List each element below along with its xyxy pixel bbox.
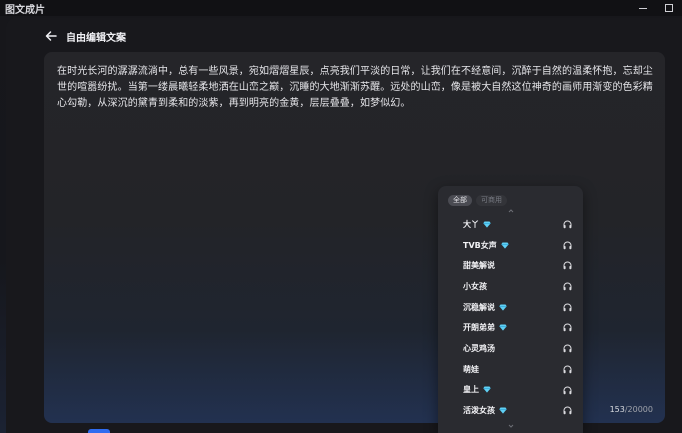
voice-name: 甜美解说 [463, 261, 495, 271]
minimize-icon [639, 7, 647, 9]
page-header: 自由编辑文案 [44, 28, 126, 44]
script-textarea[interactable]: 在时光长河的潺潺流淌中，总有一些风景，宛如熠熠星辰，点亮我们平淡的日常，让我们在… [57, 64, 653, 112]
voice-filters: 全部 可商用 [448, 195, 507, 206]
voice-name: 皇上 [463, 385, 479, 395]
voice-name: 开朗弟弟 [463, 323, 495, 333]
headphones-icon[interactable] [563, 406, 572, 415]
voice-item[interactable]: 皇上 [438, 380, 583, 401]
headphones-icon[interactable] [563, 344, 572, 353]
char-count-current: 153 [609, 405, 625, 414]
headphones-icon[interactable] [563, 241, 572, 250]
voice-name: 大丫 [463, 219, 479, 229]
voice-item[interactable]: 甜美解说 [438, 255, 583, 276]
headphones-icon[interactable] [563, 282, 572, 291]
headphones-icon[interactable] [563, 323, 572, 332]
bottom-tab-indicator[interactable] [88, 429, 110, 433]
char-count-limit: /20000 [624, 405, 653, 414]
voice-item[interactable]: 沉稳解说 [438, 297, 583, 318]
filter-commercial-chip[interactable]: 可商用 [476, 195, 507, 206]
title-bar: 图文成片 [0, 0, 682, 16]
voice-item[interactable]: 心灵鸡汤 [438, 338, 583, 359]
minimize-button[interactable] [630, 0, 656, 16]
voice-name: TVB女声 [463, 240, 497, 250]
headphones-icon[interactable] [563, 365, 572, 374]
maximize-button[interactable] [656, 0, 682, 16]
gem-icon [483, 221, 491, 228]
app-title: 图文成片 [5, 4, 45, 16]
maximize-icon [665, 4, 673, 12]
char-counter: 153/20000 [610, 405, 653, 414]
voice-item[interactable]: 活泼女孩 [438, 400, 583, 421]
window-controls [630, 0, 682, 16]
voice-list: 大丫 TVB女声 甜美解说 小女孩 沉稳解说 开朗弟弟 心灵鸡汤 萌娃 皇上 活… [438, 214, 583, 421]
headphones-icon[interactable] [563, 261, 572, 270]
headphones-icon[interactable] [563, 386, 572, 395]
gem-icon [499, 324, 507, 331]
gem-icon [499, 304, 507, 311]
page-title: 自由编辑文案 [66, 32, 126, 44]
voice-name: 萌娃 [463, 364, 479, 374]
gem-icon [501, 242, 509, 249]
scroll-down-icon[interactable] [508, 423, 514, 429]
filter-all-chip[interactable]: 全部 [448, 195, 472, 206]
voice-selector-panel: 全部 可商用 大丫 TVB女声 甜美解说 小女孩 沉稳解说 开朗弟弟 心灵鸡汤 … [438, 186, 583, 433]
voice-name: 小女孩 [463, 281, 487, 291]
voice-item[interactable]: 小女孩 [438, 276, 583, 297]
headphones-icon[interactable] [563, 220, 572, 229]
voice-name: 活泼女孩 [463, 406, 495, 416]
app-window: 图文成片 自由编辑文案 在时光长河的潺潺流淌中，总有一些风景，宛如熠熠星辰，点亮… [0, 0, 682, 433]
back-arrow-icon[interactable] [44, 29, 58, 43]
voice-item[interactable]: 萌娃 [438, 359, 583, 380]
headphones-icon[interactable] [563, 303, 572, 312]
voice-item[interactable]: 开朗弟弟 [438, 317, 583, 338]
voice-item[interactable]: TVB女声 [438, 235, 583, 256]
voice-name: 沉稳解说 [463, 302, 495, 312]
voice-name: 心灵鸡汤 [463, 343, 495, 353]
gem-icon [483, 386, 491, 393]
voice-item[interactable]: 大丫 [438, 214, 583, 235]
gem-icon [499, 407, 507, 414]
